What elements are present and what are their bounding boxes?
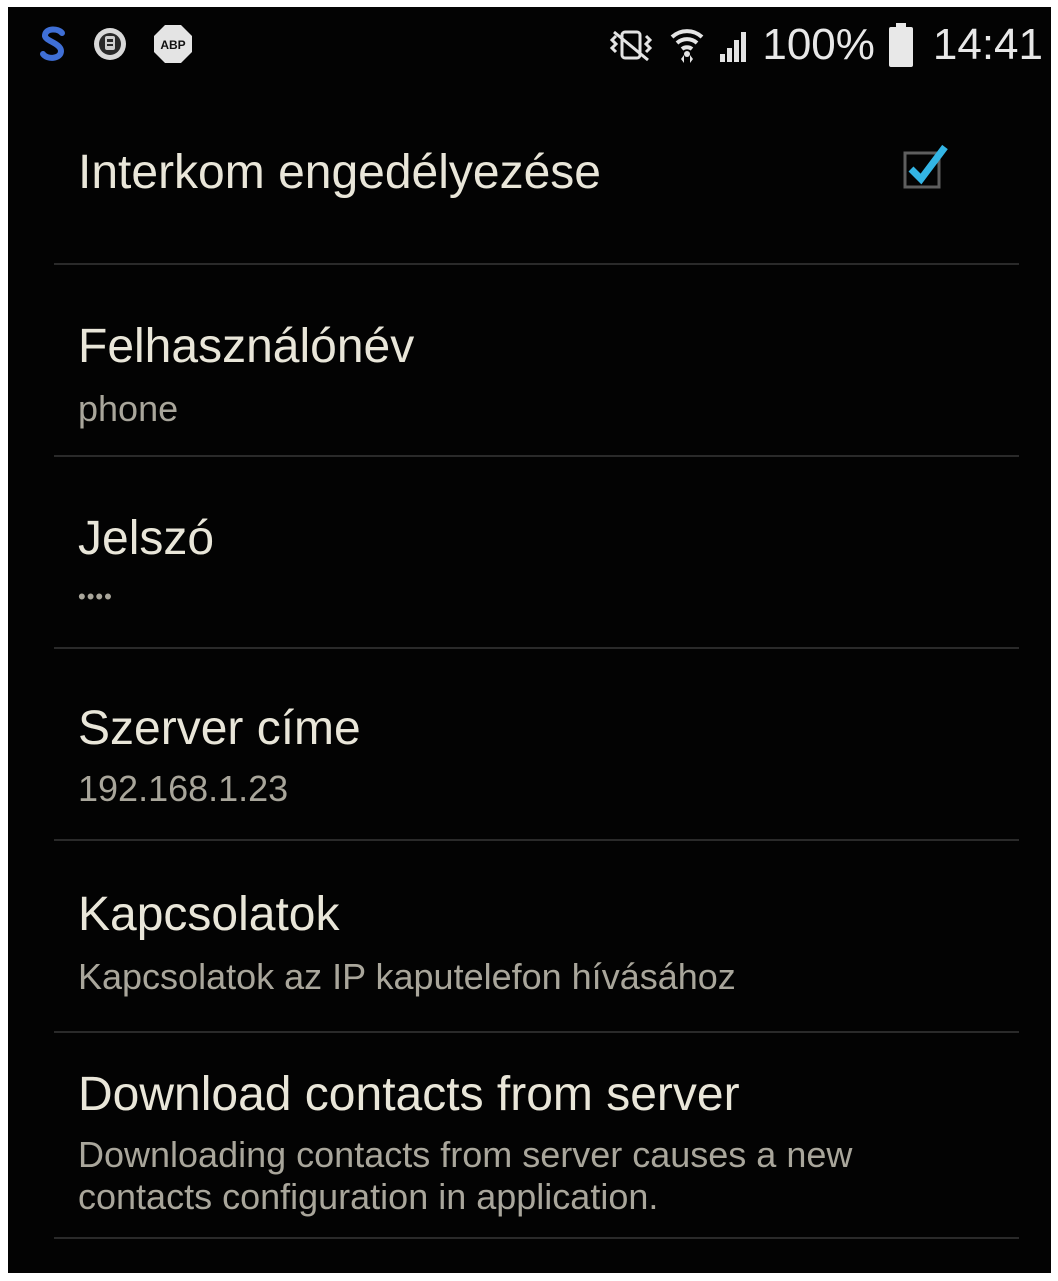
- setting-title: Szerver címe: [78, 702, 361, 755]
- setting-contacts[interactable]: Kapcsolatok Kapcsolatok az IP kaputelefo…: [54, 841, 1019, 1033]
- app-badge-icon: [94, 28, 126, 60]
- setting-title: Jelszó: [78, 512, 215, 565]
- setting-title: Kapcsolatok: [78, 888, 340, 941]
- download-summary-line2: contacts configuration in application.: [78, 1176, 659, 1217]
- setting-title: Download contacts from server: [78, 1068, 740, 1121]
- clock: 14:41: [932, 20, 1043, 69]
- battery-icon: [888, 23, 913, 67]
- contacts-summary: Kapcsolatok az IP kaputelefon hívásához: [78, 956, 736, 997]
- settings-list: Interkom engedélyezése Felhasználónév ph…: [8, 79, 1051, 1239]
- password-value: ••••: [78, 584, 113, 609]
- battery-percentage: 100%: [762, 20, 875, 69]
- phone-screen: ABP 100% 14:41 Interkom engedélyezése Fe…: [8, 7, 1051, 1273]
- system-indicators: 100% 14:41: [606, 15, 1043, 75]
- adblock-plus-icon: ABP: [154, 25, 192, 63]
- skype-icon: [40, 26, 65, 61]
- download-summary-line1: Downloading contacts from server causes …: [78, 1134, 853, 1175]
- setting-username[interactable]: Felhasználónév phone: [54, 265, 1019, 457]
- mute-vibrate-icon: [610, 30, 653, 62]
- setting-title: Interkom engedélyezése: [78, 146, 601, 199]
- wifi-icon: [670, 29, 704, 63]
- setting-download-contacts[interactable]: Download contacts from server Downloadin…: [54, 1033, 1019, 1239]
- setting-password[interactable]: Jelszó ••••: [54, 457, 1019, 649]
- adblock-label: ABP: [160, 38, 185, 52]
- username-value: phone: [78, 388, 179, 429]
- notification-icons: ABP: [38, 23, 194, 65]
- enable-intercom-checkbox[interactable]: [903, 143, 949, 189]
- status-bar: ABP 100% 14:41: [8, 7, 1051, 79]
- setting-enable-intercom[interactable]: Interkom engedélyezése: [54, 79, 1019, 265]
- setting-title: Felhasználónév: [78, 320, 415, 373]
- server-address-value: 192.168.1.23: [78, 768, 289, 809]
- setting-server-address[interactable]: Szerver címe 192.168.1.23: [54, 649, 1019, 841]
- signal-icon: [720, 32, 747, 62]
